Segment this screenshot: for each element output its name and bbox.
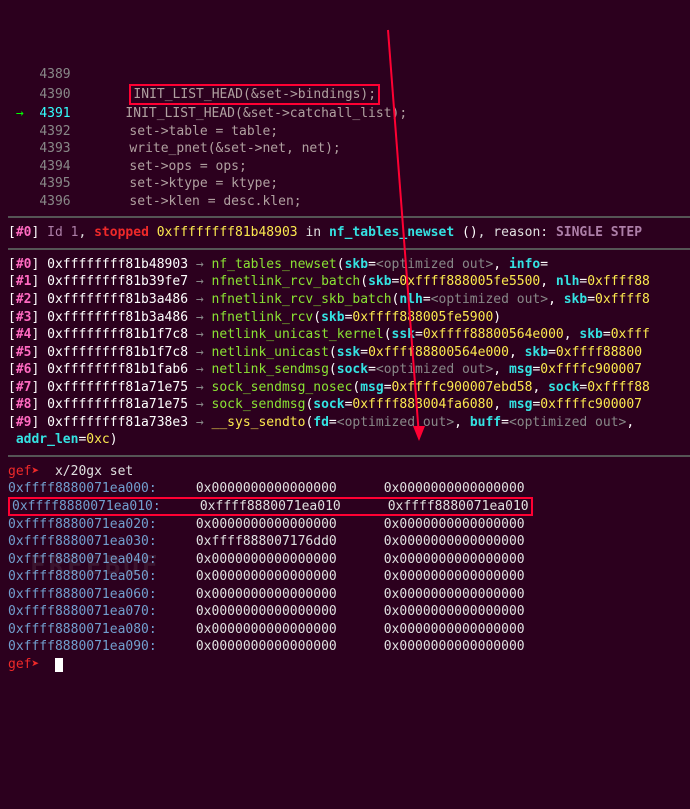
code-line: set->klen = desc.klen; (129, 194, 301, 209)
separator (8, 248, 690, 250)
code-line: INIT_LIST_HEAD(&set->catchall_list); (125, 106, 407, 121)
gef-prompt: gef➤ (8, 657, 39, 672)
memory-row: 0xffff8880071ea080: 0x0000000000000000 0… (8, 622, 525, 637)
separator (8, 216, 690, 218)
code-line: set->ops = ops; (129, 159, 246, 174)
gef-prompt: gef➤ (8, 464, 39, 479)
cursor[interactable] (55, 658, 63, 672)
memory-row: 0xffff8880071ea090: 0x0000000000000000 0… (8, 639, 525, 654)
memory-row: 0xffff8880071ea060: 0x0000000000000000 0… (8, 587, 525, 602)
memory-row: 0xffff8880071ea040: 0x0000000000000000 0… (8, 552, 525, 567)
terminal-output: 4389 4390 INIT_LIST_HEAD(&set->bindings)… (0, 60, 690, 674)
memory-row: 0xffff8880071ea030: 0xffff888007176dd0 0… (8, 534, 525, 549)
code-line: set->table = table; (129, 124, 278, 139)
code-line: set->ktype = ktype; (129, 176, 278, 191)
highlighted-code: INIT_LIST_HEAD(&set->bindings); (129, 84, 380, 106)
memory-row: 0xffff8880071ea000: 0x0000000000000000 0… (8, 481, 525, 496)
memory-row: 0xffff8880071ea050: 0x0000000000000000 0… (8, 569, 525, 584)
memory-row: 0xffff8880071ea020: 0x0000000000000000 0… (8, 517, 525, 532)
gef-command[interactable]: x/20gx set (55, 464, 133, 479)
highlighted-memory-row: 0xffff8880071ea010: 0xffff8880071ea010 0… (8, 497, 533, 516)
code-line: write_pnet(&set->net, net); (129, 141, 340, 156)
memory-row: 0xffff8880071ea070: 0x0000000000000000 0… (8, 604, 525, 619)
separator (8, 455, 690, 457)
